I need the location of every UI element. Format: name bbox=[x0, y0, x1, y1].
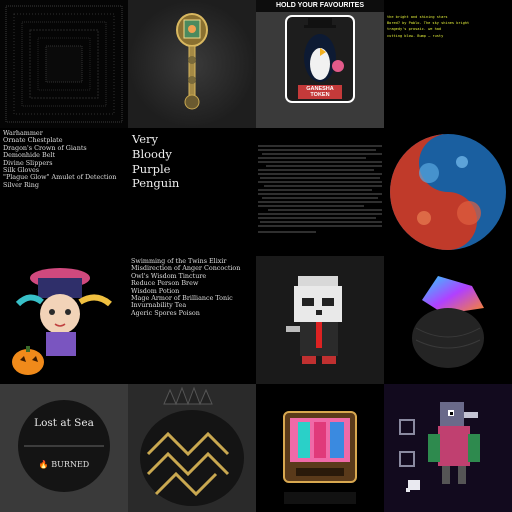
gold-skull-art bbox=[140, 386, 244, 506]
glitch-lines-art bbox=[258, 145, 382, 233]
swirl-circle-tile[interactable] bbox=[384, 128, 512, 256]
list-item: Silver Ring bbox=[3, 180, 40, 189]
gold-skull-tile[interactable] bbox=[128, 384, 256, 512]
raccoon-figure-art bbox=[286, 276, 342, 364]
text-line: Purple bbox=[132, 161, 171, 176]
golden-key-icon bbox=[176, 13, 208, 110]
item-list: Warhammer Ornate Chestplate Dragon's Cro… bbox=[3, 129, 116, 189]
green-poem-tile[interactable]: the bright and shining stars Bored? by P… bbox=[384, 0, 512, 128]
token-bottom-label: TOKEN bbox=[310, 92, 330, 98]
potion-list: Swimming of the Twins Elixir Misdirectio… bbox=[131, 257, 240, 317]
burned-status-label: 🔥 BURNED bbox=[0, 460, 128, 469]
pixel-bird-tile[interactable] bbox=[384, 384, 512, 512]
text-line: Bloody bbox=[132, 146, 172, 161]
pumpkin-girl-tile[interactable] bbox=[0, 256, 128, 384]
very-bloody-text: Very Bloody Purple Penguin bbox=[132, 132, 179, 191]
list-item: Ageric Spores Poison bbox=[131, 308, 200, 317]
ascii-frame-tile[interactable] bbox=[0, 0, 128, 128]
text-line: Penguin bbox=[132, 176, 180, 191]
pixel-bird-art bbox=[399, 402, 480, 492]
ascii-frame-art bbox=[5, 5, 123, 123]
retro-tv-tile[interactable] bbox=[256, 384, 384, 512]
iridescent-rock-art bbox=[412, 276, 484, 368]
raccoon-figure-tile[interactable] bbox=[256, 256, 384, 384]
item-list-tile[interactable]: Warhammer Ornate Chestplate Dragon's Cro… bbox=[0, 128, 128, 256]
pumpkin-girl-art bbox=[12, 268, 112, 375]
lost-at-sea-tile[interactable]: Lost at Sea 🔥 BURNED bbox=[0, 384, 128, 512]
potion-list-tile[interactable]: Swimming of the Twins Elixir Misdirectio… bbox=[128, 256, 256, 384]
hold-favourites-tile[interactable]: HOLD YOUR FAVOURITES GANESHA TOKEN bbox=[256, 0, 384, 128]
penguin-token-art bbox=[256, 12, 384, 128]
golden-key-tile[interactable] bbox=[128, 0, 256, 128]
nft-gallery-grid: HOLD YOUR FAVOURITES GANESHA TOKEN the b… bbox=[0, 0, 512, 512]
glitch-lines-tile[interactable] bbox=[256, 128, 384, 256]
text-line: Very bbox=[132, 132, 159, 146]
burned-status-text: BURNED bbox=[51, 460, 90, 469]
lost-at-sea-art bbox=[18, 400, 110, 492]
swirl-circle-art bbox=[390, 134, 506, 250]
poem-line: cutting blow. Bump — rusty bbox=[387, 33, 444, 38]
flame-icon: 🔥 bbox=[38, 460, 49, 469]
very-bloody-tile[interactable]: Very Bloody Purple Penguin bbox=[128, 128, 256, 256]
green-poem-text: the bright and shining stars Bored? by P… bbox=[387, 14, 469, 39]
iridescent-rock-tile[interactable] bbox=[384, 256, 512, 384]
retro-tv-art bbox=[283, 411, 357, 504]
lost-at-sea-title: Lost at Sea bbox=[34, 417, 94, 429]
